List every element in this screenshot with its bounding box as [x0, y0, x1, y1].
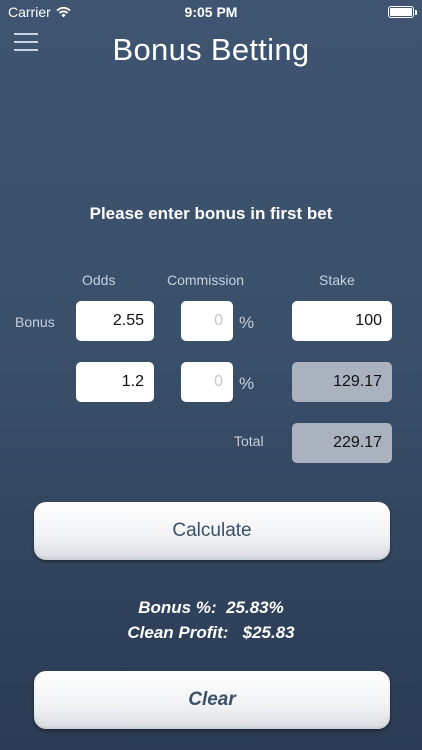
column-header-commission: Commission	[167, 272, 245, 288]
second-commission-percent: %	[239, 374, 255, 393]
bonus-row-label: Bonus	[15, 314, 55, 330]
clean-profit-label: Clean Profit:	[127, 623, 229, 642]
clear-button[interactable]: Clear	[34, 671, 390, 729]
instruction-text: Please enter bonus in first bet	[89, 204, 333, 223]
bonus-odds-input[interactable]: 2.55	[76, 301, 154, 341]
calculate-button[interactable]: Calculate	[34, 502, 390, 560]
bonus-commission-percent: %	[239, 313, 255, 332]
clean-profit-result: Clean Profit: $25.83	[0, 623, 422, 643]
clean-profit-value: $25.83	[242, 623, 295, 642]
bonus-stake-input[interactable]: 100	[292, 301, 392, 341]
second-stake-value: 129.17	[292, 362, 392, 402]
total-label: Total	[234, 433, 264, 449]
column-header-stake: Stake	[319, 272, 355, 288]
bonus-percent-value: 25.83%	[226, 598, 284, 617]
column-header-odds: Odds	[82, 272, 116, 288]
second-commission-input[interactable]: 0	[181, 362, 233, 402]
bonus-percent-label: Bonus %:	[138, 598, 217, 617]
page-title: Bonus Betting	[112, 32, 310, 67]
bonus-percent-result: Bonus %: 25.83%	[0, 598, 422, 618]
battery-icon	[388, 6, 417, 18]
second-odds-input[interactable]: 1.2	[76, 362, 154, 402]
bonus-commission-input[interactable]: 0	[181, 301, 233, 341]
status-time: 9:05 PM	[184, 4, 238, 20]
status-bar: Carrier 9:05 PM	[0, 0, 422, 24]
total-stake-value: 229.17	[292, 423, 392, 463]
